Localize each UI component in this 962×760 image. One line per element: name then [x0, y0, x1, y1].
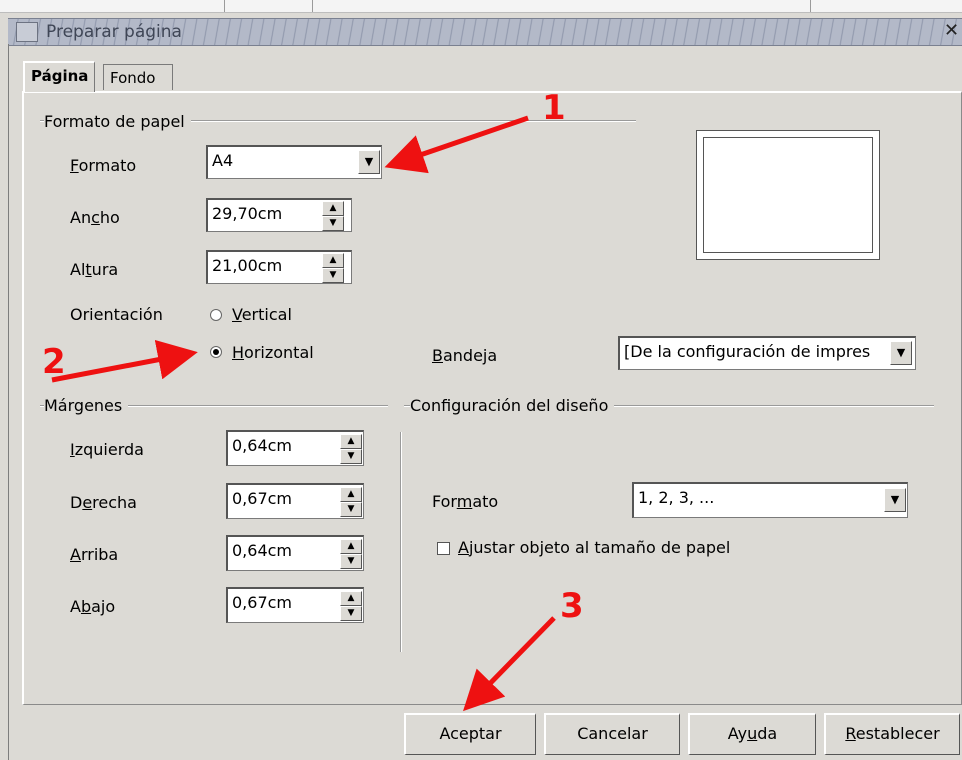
spin-up-icon[interactable]: ▲	[340, 434, 362, 449]
format-label: Formato	[70, 156, 137, 175]
tray-select[interactable]: [De la configuración de impres	[618, 336, 916, 370]
spin-down-icon[interactable]: ▼	[340, 449, 362, 464]
layout-format-label: Formato	[432, 492, 499, 511]
margin-right-label: Derecha	[70, 493, 137, 512]
group-title-paper-format: Formato de papel	[44, 112, 191, 131]
spin-up-icon[interactable]: ▲	[322, 253, 344, 268]
margin-left-label: Izquierda	[70, 440, 144, 459]
chevron-down-icon[interactable]: ▼	[358, 150, 380, 174]
reset-button[interactable]: Restablecer	[824, 713, 960, 755]
fit-to-paper-label[interactable]: Ajustar objeto al tamaño de papel	[458, 538, 730, 557]
margin-bottom-spinner[interactable]: ▲ ▼	[340, 591, 362, 621]
margin-top-spinner[interactable]: ▲ ▼	[340, 539, 362, 569]
cancel-button[interactable]: Cancelar	[544, 713, 680, 755]
help-button[interactable]: Ayuda	[688, 713, 816, 755]
tray-label: Bandeja	[432, 346, 498, 365]
margin-bottom-label: Abajo	[70, 597, 116, 616]
dialog-title: Preparar página	[46, 22, 182, 42]
spin-up-icon[interactable]: ▲	[340, 591, 362, 606]
window-frame-edge	[8, 44, 9, 760]
spin-down-icon[interactable]: ▼	[340, 502, 362, 517]
tab-fondo[interactable]: Fondo	[103, 64, 173, 90]
spin-up-icon[interactable]: ▲	[340, 539, 362, 554]
height-label: Altura	[70, 260, 119, 279]
spin-down-icon[interactable]: ▼	[340, 606, 362, 621]
background-window-strip	[0, 0, 962, 13]
horizontal-radio-label[interactable]: Horizontal	[232, 343, 314, 362]
close-icon[interactable]: ✕	[944, 20, 959, 41]
horizontal-radio[interactable]	[210, 346, 222, 358]
chevron-down-icon[interactable]: ▼	[890, 341, 912, 365]
window-app-icon	[16, 22, 38, 42]
margin-left-spinner[interactable]: ▲ ▼	[340, 434, 362, 464]
spin-up-icon[interactable]: ▲	[340, 487, 362, 502]
group-title-layout: Configuración del diseño	[410, 396, 615, 415]
height-spinner[interactable]: ▲ ▼	[322, 253, 344, 283]
margin-top-label: Arriba	[70, 545, 119, 564]
annotation-number-3: 3	[560, 586, 584, 626]
paper-format-select[interactable]: A4	[206, 145, 382, 179]
chevron-down-icon[interactable]: ▼	[884, 488, 906, 512]
width-label: Ancho	[70, 208, 120, 227]
spin-down-icon[interactable]: ▼	[322, 268, 344, 283]
vertical-radio[interactable]	[210, 309, 222, 321]
vertical-radio-label[interactable]: Vertical	[232, 305, 292, 324]
fit-to-paper-checkbox[interactable]	[437, 542, 450, 555]
tab-pagina[interactable]: Página	[23, 61, 96, 92]
ok-button[interactable]: Aceptar	[404, 713, 536, 755]
page-preview-margins	[703, 137, 873, 253]
orientation-label: Orientación	[70, 305, 163, 324]
margin-right-spinner[interactable]: ▲ ▼	[340, 487, 362, 517]
spin-up-icon[interactable]: ▲	[322, 201, 344, 216]
spin-down-icon[interactable]: ▼	[340, 554, 362, 569]
vertical-separator	[400, 432, 402, 652]
layout-format-select[interactable]: 1, 2, 3, ...	[632, 482, 908, 518]
annotation-number-1: 1	[542, 88, 566, 128]
group-title-margins: Márgenes	[44, 396, 129, 415]
spin-down-icon[interactable]: ▼	[322, 216, 344, 231]
annotation-number-2: 2	[42, 342, 66, 382]
width-spinner[interactable]: ▲ ▼	[322, 201, 344, 231]
